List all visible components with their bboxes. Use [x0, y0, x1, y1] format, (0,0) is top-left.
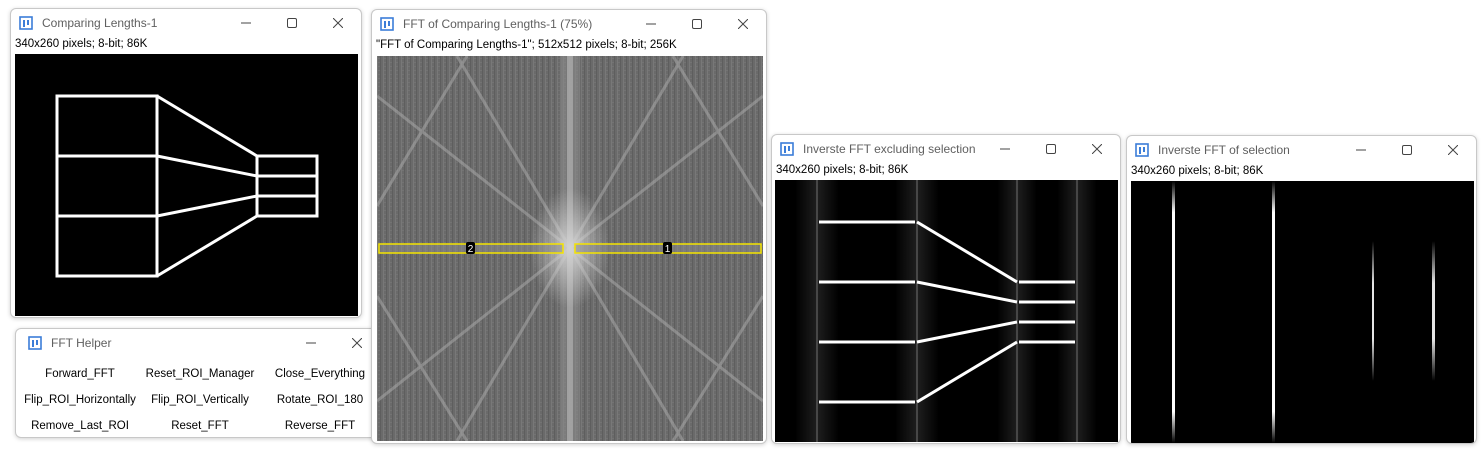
image-info: 340x260 pixels; 8-bit; 86K [1131, 165, 1264, 177]
minimize-icon[interactable] [982, 135, 1028, 163]
svg-text:2: 2 [468, 244, 474, 255]
window-title: Comparing Lengths-1 [42, 16, 158, 30]
image-canvas[interactable] [775, 180, 1118, 442]
maximize-icon[interactable] [269, 9, 315, 37]
imagej-icon [380, 17, 394, 31]
maximize-icon[interactable] [1384, 136, 1430, 164]
fft-canvas[interactable]: 2 1 [377, 56, 763, 441]
titlebar[interactable]: Inverste FFT of selection [1127, 136, 1476, 164]
minimize-icon[interactable] [288, 329, 334, 357]
window-fft: FFT of Comparing Lengths-1 (75%) "FFT of… [371, 9, 767, 444]
rotate-roi-180-button[interactable]: Rotate_ROI_180 [260, 387, 380, 413]
minimize-icon[interactable] [223, 9, 269, 37]
reverse-fft-button[interactable]: Reverse_FFT [260, 413, 380, 437]
svg-text:1: 1 [665, 244, 671, 255]
image-info: 340x260 pixels; 8-bit; 86K [15, 38, 148, 50]
window-title: FFT Helper [51, 336, 112, 350]
titlebar[interactable]: Comparing Lengths-1 [11, 9, 361, 37]
image-canvas[interactable] [1131, 181, 1474, 443]
window-comparing-lengths: Comparing Lengths-1 340x260 pixels; 8-bi… [10, 8, 362, 318]
flip-roi-vertically-button[interactable]: Flip_ROI_Vertically [140, 387, 260, 413]
imagej-icon [1135, 143, 1149, 157]
titlebar[interactable]: FFT of Comparing Lengths-1 (75%) [372, 10, 766, 38]
reset-fft-button[interactable]: Reset_FFT [140, 413, 260, 437]
reset-roi-manager-button[interactable]: Reset_ROI_Manager [140, 361, 260, 387]
helper-button-grid: Forward_FFT Reset_ROI_Manager Close_Ever… [20, 361, 376, 437]
close-icon[interactable] [720, 10, 766, 38]
maximize-icon[interactable] [1028, 135, 1074, 163]
flip-roi-horizontally-button[interactable]: Flip_ROI_Horizontally [20, 387, 140, 413]
window-title: Inverste FFT excluding selection [803, 142, 976, 156]
close-icon[interactable] [315, 9, 361, 37]
image-info: "FFT of Comparing Lengths-1"; 512x512 pi… [376, 39, 677, 51]
imagej-icon [28, 336, 42, 350]
window-fft-helper: FFT Helper Forward_FFT Reset_ROI_Manager… [15, 328, 381, 438]
close-icon[interactable] [1430, 136, 1476, 164]
imagej-icon [19, 16, 33, 30]
window-inverse-fft-excluding: Inverste FFT excluding selection 340x260… [771, 134, 1121, 444]
close-everything-button[interactable]: Close_Everything [260, 361, 380, 387]
imagej-icon [780, 142, 794, 156]
image-canvas[interactable] [15, 54, 358, 316]
window-title: FFT of Comparing Lengths-1 (75%) [403, 17, 593, 31]
image-info: 340x260 pixels; 8-bit; 86K [776, 164, 909, 176]
roi-label-1: 1 [663, 242, 672, 255]
forward-fft-button[interactable]: Forward_FFT [20, 361, 140, 387]
window-title: Inverste FFT of selection [1158, 143, 1290, 157]
roi-label-2: 2 [466, 242, 475, 255]
remove-last-roi-button[interactable]: Remove_Last_ROI [20, 413, 140, 437]
maximize-icon[interactable] [674, 10, 720, 38]
minimize-icon[interactable] [1338, 136, 1384, 164]
close-icon[interactable] [1074, 135, 1120, 163]
minimize-icon[interactable] [628, 10, 674, 38]
titlebar[interactable]: Inverste FFT excluding selection [772, 135, 1120, 163]
window-inverse-fft-selection: Inverste FFT of selection 340x260 pixels… [1126, 135, 1477, 444]
titlebar[interactable]: FFT Helper [16, 329, 380, 357]
